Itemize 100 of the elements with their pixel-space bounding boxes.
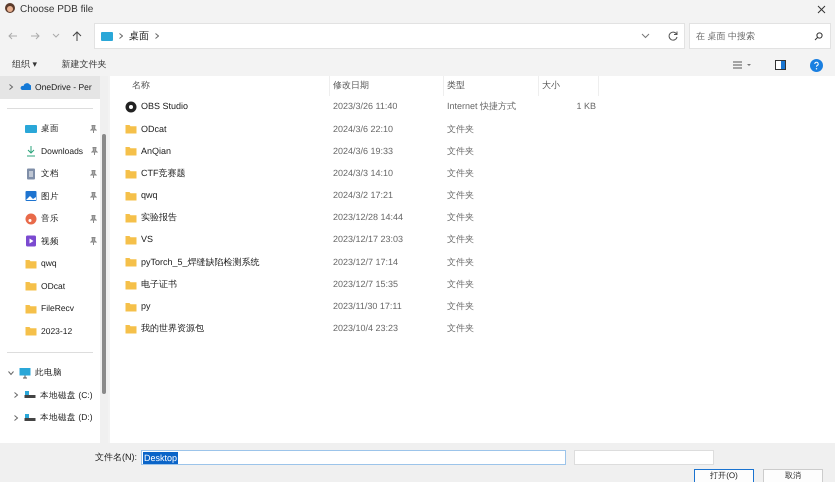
folder-icon [25, 258, 37, 270]
folder-icon [125, 322, 137, 335]
date-cell-text: 2023/12/7 17:14 [332, 256, 400, 269]
document-icon [25, 168, 37, 180]
date-cell-text: 2023/3/26 11:40 [332, 100, 398, 114]
date-cell-text: 2024/3/2 17:21 [332, 189, 394, 202]
type-cell-text: 文件夹 [446, 189, 475, 202]
file-name-cell[interactable]: pyTorch_5_焊缝缺陷检测系统 [110, 256, 330, 270]
filename-label: 文件名(N): [95, 450, 138, 464]
date-cell-text: 2024/3/6 22:10 [332, 122, 394, 136]
date-cell-text: 2023/10/4 23:23 [332, 322, 400, 336]
column-header[interactable]: 修改日期 [330, 76, 444, 96]
sidebar-item[interactable]: FileRecv [0, 298, 100, 320]
file-name-cell[interactable]: CTF竞赛题 [110, 166, 330, 180]
type-cell-text: 文件夹 [446, 144, 475, 158]
download-arrow-icon [25, 145, 37, 158]
search-icon [814, 32, 823, 40]
organize-menu-button[interactable]: 组织 ▾ [12, 58, 38, 72]
sidebar-item[interactable]: 本地磁盘 (D:) [0, 406, 100, 429]
up-arrow-icon[interactable] [72, 30, 82, 42]
chevron-down-icon[interactable] [8, 370, 14, 376]
cancel-button[interactable]: 取消 [763, 469, 823, 482]
window-title: Choose PDB file [20, 2, 94, 16]
folder-icon [125, 168, 137, 180]
sidebar-item[interactable]: 2023-12 [0, 320, 100, 342]
breadcrumb[interactable]: 桌面 [129, 28, 149, 44]
new-folder-button[interactable]: 新建文件夹 [62, 58, 107, 72]
preview-pane-icon[interactable] [775, 60, 786, 70]
open-button[interactable]: 打开(O) [694, 469, 754, 482]
folder-icon [25, 325, 37, 338]
type-cell-text: 文件夹 [446, 300, 475, 314]
folder-icon [125, 278, 137, 291]
type-cell-text: 文件夹 [446, 256, 475, 269]
date-cell-text: 2024/3/3 14:10 [332, 166, 394, 180]
column-header[interactable]: 类型 [444, 76, 539, 96]
sidebar-item[interactable]: 此电脑 [0, 362, 100, 384]
type-cell-text: 文件夹 [446, 166, 475, 180]
size-cell-text: 1 KB [575, 100, 597, 114]
music-icon [25, 212, 37, 225]
type-cell-text: 文件夹 [446, 233, 475, 246]
close-icon [816, 4, 826, 14]
date-cell-text: 2023/12/7 15:35 [332, 278, 400, 291]
refresh-icon[interactable] [668, 31, 678, 41]
sidebar-item[interactable]: Downloads [0, 140, 100, 162]
desktop-icon [25, 122, 37, 135]
view-menu-icon[interactable] [733, 61, 751, 69]
monitor-icon [19, 366, 31, 379]
picture-icon [25, 190, 37, 202]
file-name-cell[interactable]: OBS Studio [110, 100, 330, 114]
file-name-cell[interactable]: qwq [110, 189, 330, 203]
chevron-right-icon[interactable] [119, 33, 123, 39]
chevron-right-icon[interactable] [13, 392, 19, 398]
sidebar-item[interactable]: 图片 [0, 185, 100, 208]
folder-icon [125, 234, 137, 246]
folder-icon [125, 300, 137, 313]
sidebar-item[interactable]: 音乐 [0, 208, 100, 230]
chevron-right-icon[interactable] [8, 84, 14, 90]
folder-icon [125, 123, 137, 136]
file-name-cell[interactable]: 我的世界资源包 [110, 322, 330, 336]
column-header[interactable]: 大小 [539, 76, 599, 96]
sidebar-item[interactable]: 视频 [0, 230, 100, 252]
file-name-cell[interactable]: py [110, 300, 330, 314]
type-cell-text: 文件夹 [446, 278, 475, 291]
file-name-cell[interactable]: VS [110, 233, 330, 247]
address-bar[interactable]: 桌面 [94, 23, 685, 49]
folder-icon [125, 145, 137, 158]
sidebar-item[interactable]: 文档 [0, 162, 100, 185]
file-name-cell[interactable]: 电子证书 [110, 278, 330, 292]
search-field[interactable]: 在 桌面 中搜索 [689, 23, 831, 49]
column-header[interactable]: 名称 [110, 76, 330, 96]
desktop-icon [101, 32, 113, 40]
drive-icon [24, 412, 36, 424]
type-cell-text: Internet 快捷方式 [446, 100, 518, 114]
sidebar-item[interactable]: 本地磁盘 (C:) [0, 384, 100, 406]
type-cell-text: 文件夹 [446, 322, 475, 336]
folder-icon [125, 212, 137, 224]
type-cell-text: 文件夹 [446, 211, 475, 224]
folder-icon [125, 190, 137, 202]
video-icon [25, 235, 37, 248]
shortcut-icon [125, 101, 137, 114]
folder-icon [125, 256, 137, 268]
filename-field[interactable]: Desktop [141, 450, 566, 465]
chevron-right-icon[interactable] [13, 414, 19, 421]
date-cell-text: 2023/11/30 17:11 [332, 300, 403, 314]
date-cell-text: 2023/12/17 23:03 [332, 233, 404, 246]
file-name-cell[interactable]: 实验报告 [110, 211, 330, 225]
chevron-down-icon[interactable] [641, 33, 650, 39]
folder-icon [25, 280, 37, 292]
folder-icon [25, 302, 37, 315]
sidebar-item[interactable]: ODcat [0, 275, 100, 298]
chevron-right-icon[interactable] [155, 33, 159, 39]
file-name-cell[interactable]: AnQian [110, 144, 330, 158]
file-name-cell[interactable]: ODcat [110, 122, 330, 136]
date-cell-text: 2024/3/6 19:33 [332, 144, 394, 158]
sidebar-item[interactable]: 桌面 [0, 118, 100, 140]
date-cell-text: 2023/12/28 14:44 [332, 211, 404, 224]
sidebar-item[interactable]: qwq [0, 252, 100, 275]
help-icon[interactable] [810, 58, 823, 72]
sidebar-item[interactable]: OneDrive - Per [0, 76, 100, 98]
type-cell-text: 文件夹 [446, 122, 475, 136]
